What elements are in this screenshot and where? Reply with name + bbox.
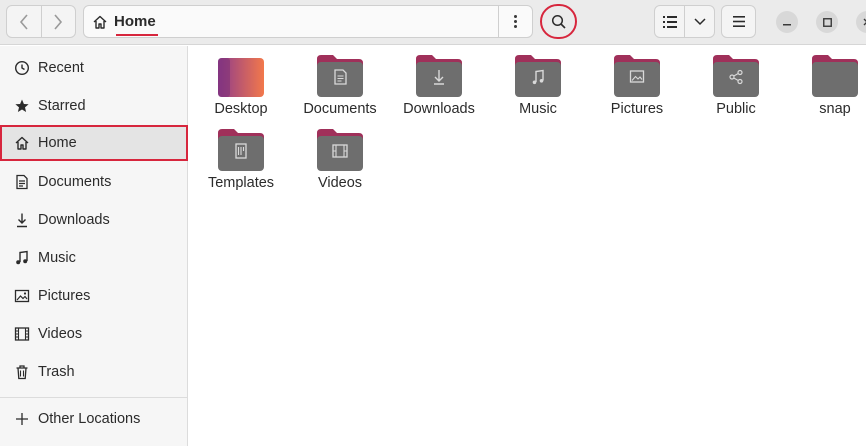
maximize-icon	[822, 17, 832, 27]
file-item-pictures[interactable]: Pictures	[588, 46, 678, 117]
clock-icon	[14, 60, 30, 76]
public-folder-icon	[713, 55, 759, 97]
chevron-right-icon	[54, 13, 63, 30]
sidebar-item-label: Recent	[38, 60, 84, 76]
sidebar-separator	[0, 397, 188, 398]
downloads-folder-icon	[416, 55, 462, 97]
sidebar-item-label: Downloads	[38, 212, 110, 228]
close-button[interactable]	[856, 11, 866, 33]
picture-icon	[14, 289, 30, 303]
desktop-folder-icon	[218, 58, 264, 97]
sidebar-item-label: Videos	[38, 326, 83, 342]
music-folder-icon	[515, 55, 561, 97]
music-icon	[16, 250, 28, 265]
path-bar[interactable]: Home	[83, 5, 533, 38]
film-icon	[14, 327, 30, 341]
sidebar-item-label: Other Locations	[38, 411, 141, 427]
sidebar-item-videos[interactable]: Videos	[0, 316, 188, 352]
minimize-icon	[783, 24, 791, 26]
navigation-buttons	[6, 5, 76, 38]
file-item-documents[interactable]: Documents	[291, 46, 381, 117]
sidebar-item-label: Starred	[38, 98, 86, 114]
file-item-downloads[interactable]: Downloads	[390, 46, 480, 117]
chevron-down-icon	[693, 17, 706, 25]
file-item-snap[interactable]: snap	[786, 46, 866, 117]
download-icon	[17, 213, 27, 228]
documents-folder-icon	[317, 55, 363, 97]
sidebar-item-label: Home	[38, 135, 77, 151]
path-home-button[interactable]: Home	[92, 6, 156, 37]
sidebar-item-label: Pictures	[38, 288, 91, 304]
plus-icon	[16, 413, 28, 425]
file-grid: Desktop Documents Downloads Music Pictur…	[189, 46, 866, 446]
sidebar-item-label: Music	[38, 250, 76, 266]
file-item-desktop[interactable]: Desktop	[192, 46, 282, 117]
sidebar-item-documents[interactable]: Documents	[0, 164, 188, 200]
list-view-button[interactable]	[655, 6, 684, 37]
file-label: Videos	[317, 175, 363, 191]
main-menu-button[interactable]	[721, 5, 756, 38]
sidebar: Recent Starred Home Documents Downloads …	[0, 46, 188, 446]
sidebar-item-downloads[interactable]: Downloads	[0, 202, 188, 238]
home-icon	[15, 136, 29, 150]
file-item-public[interactable]: Public	[687, 46, 777, 117]
path-label: Home	[114, 13, 156, 30]
hamburger-menu-icon	[732, 16, 745, 27]
sidebar-item-music[interactable]: Music	[0, 240, 188, 276]
templates-folder-icon	[218, 129, 264, 171]
kebab-menu-icon	[514, 15, 517, 28]
view-options-button[interactable]	[684, 6, 714, 37]
file-label: snap	[819, 101, 851, 117]
sidebar-item-starred[interactable]: Starred	[0, 88, 188, 124]
search-button[interactable]	[540, 4, 577, 39]
file-item-music[interactable]: Music	[489, 46, 579, 117]
chevron-left-icon	[19, 13, 28, 30]
sidebar-item-label: Trash	[38, 364, 75, 380]
file-item-videos[interactable]: Videos	[291, 120, 381, 191]
path-label-underline	[116, 34, 158, 36]
star-icon	[15, 99, 29, 112]
sidebar-item-label: Documents	[38, 174, 112, 190]
home-icon	[93, 15, 107, 29]
minimize-button[interactable]	[776, 11, 798, 33]
path-menu-button[interactable]	[498, 6, 532, 37]
list-view-icon	[662, 15, 677, 28]
document-icon	[16, 174, 28, 190]
videos-folder-icon	[317, 129, 363, 171]
sidebar-item-recent[interactable]: Recent	[0, 50, 188, 86]
forward-button[interactable]	[40, 6, 76, 37]
search-icon	[551, 14, 566, 29]
sidebar-item-pictures[interactable]: Pictures	[0, 278, 188, 314]
trash-icon	[16, 365, 28, 380]
sidebar-item-other-locations[interactable]: Other Locations	[0, 401, 188, 437]
file-item-templates[interactable]: Templates	[192, 120, 282, 191]
back-button[interactable]	[7, 6, 41, 37]
maximize-button[interactable]	[816, 11, 838, 33]
view-buttons	[654, 5, 715, 38]
pictures-folder-icon	[614, 55, 660, 97]
sidebar-item-trash[interactable]: Trash	[0, 354, 188, 390]
sidebar-item-home[interactable]: Home	[0, 125, 188, 161]
header-bar: Home	[0, 0, 866, 45]
folder-icon	[812, 55, 858, 97]
